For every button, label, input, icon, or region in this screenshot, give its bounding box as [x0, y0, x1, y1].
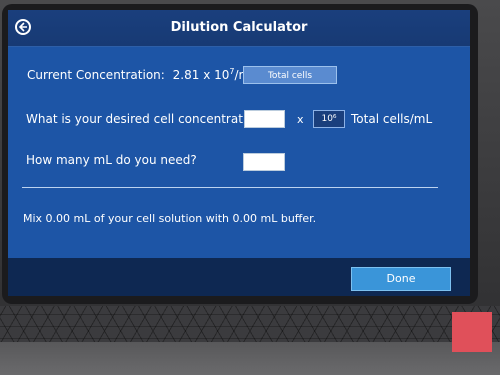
title-bar: Dilution Calculator	[8, 10, 470, 47]
total-cells-button[interactable]: Total cells	[243, 66, 337, 84]
result-text: Mix 0.00 mL of your cell solution with 0…	[23, 212, 317, 225]
desired-concentration-input[interactable]	[244, 110, 285, 128]
current-concentration-label: Current Concentration:	[27, 68, 165, 82]
volume-input[interactable]	[243, 153, 285, 171]
red-sticker	[452, 312, 492, 352]
current-concentration: Current Concentration: 2.81 x 107/mL	[27, 67, 257, 82]
done-button[interactable]: Done	[351, 267, 451, 291]
volume-label: How many mL do you need?	[26, 153, 197, 167]
desired-concentration-label: What is your desired cell concentration?	[26, 112, 268, 126]
device-lower-edge	[0, 342, 500, 375]
divider	[22, 187, 438, 188]
page-title: Dilution Calculator	[170, 20, 308, 35]
device-body: Dilution Calculator Current Concentratio…	[0, 0, 500, 375]
multiply-sign: x	[297, 113, 304, 126]
current-concentration-value: 2.81 x 10	[172, 68, 230, 82]
exponent-selector[interactable]: 10⁶	[313, 110, 345, 128]
screen: Dilution Calculator Current Concentratio…	[8, 10, 470, 296]
desired-unit: Total cells/mL	[351, 112, 433, 126]
